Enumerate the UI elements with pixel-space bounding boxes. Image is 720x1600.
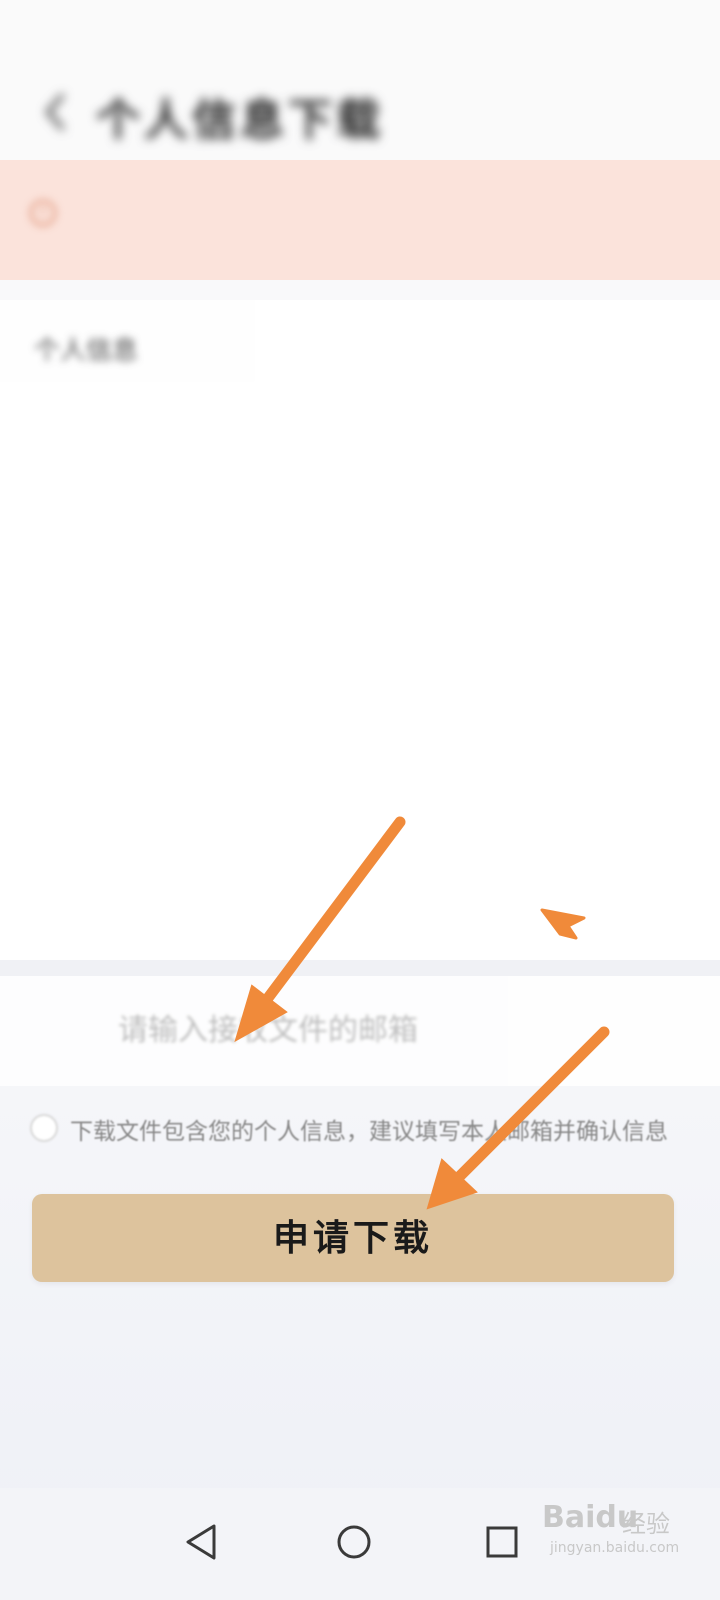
info-row bbox=[34, 590, 684, 630]
personal-info-section: 个人信息 bbox=[0, 300, 720, 960]
status-bar bbox=[0, 0, 720, 50]
email-row bbox=[0, 976, 720, 1086]
email-input[interactable] bbox=[118, 1000, 678, 1060]
section-title-text: 个人信息 bbox=[34, 336, 139, 366]
agreement-checkbox[interactable] bbox=[30, 1114, 58, 1142]
info-row bbox=[34, 504, 684, 544]
info-icon: ! bbox=[30, 200, 56, 226]
section-title: 个人信息 bbox=[34, 330, 144, 367]
square-recents-icon[interactable] bbox=[472, 1512, 532, 1572]
watermark-url: jingyan.baidu.com bbox=[550, 1540, 680, 1556]
baidu-watermark: Baidu 经验 jingyan.baidu.com bbox=[536, 1494, 686, 1564]
info-row bbox=[34, 418, 684, 458]
section-divider bbox=[0, 960, 720, 976]
triangle-back-icon[interactable] bbox=[172, 1512, 232, 1572]
screen: 个人信息下载 ! 个人信息 请输入接收文件的邮箱 下载文件包含您的个人信息，建议… bbox=[0, 0, 720, 1600]
circle-home-icon[interactable] bbox=[324, 1512, 384, 1572]
page-title: 个人信息下载 bbox=[96, 95, 384, 146]
chevron-left-icon[interactable] bbox=[40, 92, 70, 132]
agreement-row: 下载文件包含您的个人信息，建议填写本人邮箱并确认信息 bbox=[0, 1100, 720, 1160]
agreement-text: 下载文件包含您的个人信息，建议填写本人邮箱并确认信息 bbox=[70, 1119, 668, 1145]
info-row bbox=[34, 676, 684, 716]
watermark-suffix: 经验 bbox=[622, 1510, 670, 1538]
apply-download-button[interactable]: 申请下载 bbox=[32, 1194, 674, 1282]
info-row bbox=[34, 762, 684, 802]
warning-banner: ! bbox=[0, 160, 720, 280]
info-row bbox=[34, 848, 684, 888]
header: 个人信息下载 bbox=[0, 60, 720, 160]
